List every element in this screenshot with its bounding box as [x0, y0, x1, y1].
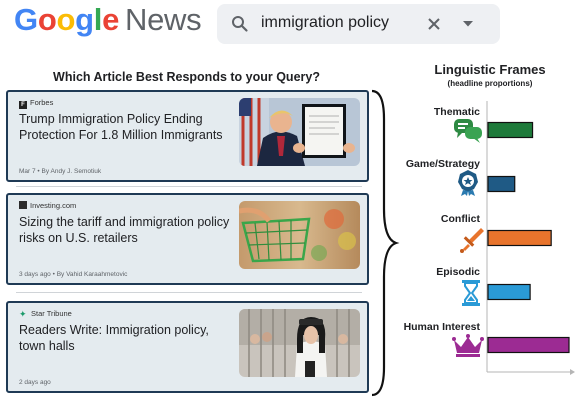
logo-letter: o — [56, 2, 76, 37]
article-thumbnail[interactable] — [239, 309, 360, 377]
frames-title: Linguistic Frames — [434, 62, 546, 77]
speech-bubbles-icon — [454, 119, 482, 143]
article-card[interactable]: F Forbes Trump Immigration Policy Ending … — [6, 90, 369, 182]
close-icon[interactable] — [427, 17, 441, 31]
search-box[interactable]: immigration policy — [217, 4, 500, 44]
article-meta: 3 days ago • By Vahid Karaahmetovic — [19, 271, 128, 278]
forbes-logo-icon: F — [19, 101, 27, 109]
article-source: ✦ Star Tribune — [19, 309, 72, 319]
article-meta: 2 days ago — [19, 379, 51, 386]
medal-icon — [458, 170, 478, 196]
article-thumbnail[interactable] — [239, 98, 360, 166]
article-thumbnail[interactable] — [239, 201, 360, 269]
hourglass-icon — [462, 280, 480, 306]
panel-question-heading: Which Article Best Responds to your Quer… — [53, 70, 320, 84]
bar-episodic — [487, 283, 531, 301]
frame-label-conflict: Conflict — [440, 213, 480, 225]
frame-label-thematic: Thematic — [433, 106, 480, 118]
star-icon: ✦ — [19, 309, 27, 319]
frame-label-human-interest: Human Interest — [403, 321, 480, 333]
logo-letter: o — [37, 2, 57, 37]
investing-logo-icon — [19, 201, 27, 209]
frames-subtitle: (headline proportions) — [447, 79, 533, 88]
article-card[interactable]: ✦ Star Tribune Readers Write: Immigration… — [6, 301, 369, 393]
search-input[interactable]: immigration policy — [261, 14, 389, 32]
article-source: Investing.com — [19, 201, 76, 210]
article-source: F Forbes — [19, 98, 53, 109]
bar-human-interest — [487, 336, 570, 354]
google-logo-text: Google — [14, 2, 119, 37]
article-card[interactable]: Investing.com Sizing the tariff and immi… — [6, 193, 369, 285]
crown-icon — [452, 334, 484, 357]
article-title[interactable]: Sizing the tariff and immigration policy… — [19, 215, 231, 246]
logo-letter: G — [14, 2, 38, 37]
search-icon[interactable] — [231, 15, 249, 33]
logo-letter: g — [75, 2, 94, 37]
google-news-logo[interactable]: Google News — [14, 2, 202, 38]
article-meta: Mar 7 • By Andy J. Semotiuk — [19, 168, 102, 175]
divider — [16, 292, 362, 293]
chart-x-axis-arrow — [570, 369, 575, 375]
article-title[interactable]: Readers Write: Immigration policy, town … — [19, 323, 231, 354]
news-logo-text: News — [125, 2, 202, 37]
dropdown-caret-icon[interactable] — [463, 21, 473, 27]
article-title[interactable]: Trump Immigration Policy Ending Protecti… — [19, 112, 231, 143]
sword-icon — [460, 228, 484, 253]
bar-conflict — [487, 229, 552, 247]
bar-game-strategy — [487, 175, 516, 193]
curly-brace-connector — [371, 89, 400, 397]
logo-letter: e — [102, 2, 120, 37]
bar-thematic — [487, 121, 534, 139]
logo-letter: l — [93, 2, 103, 37]
frame-label-episodic: Episodic — [436, 266, 480, 278]
divider — [16, 186, 362, 187]
